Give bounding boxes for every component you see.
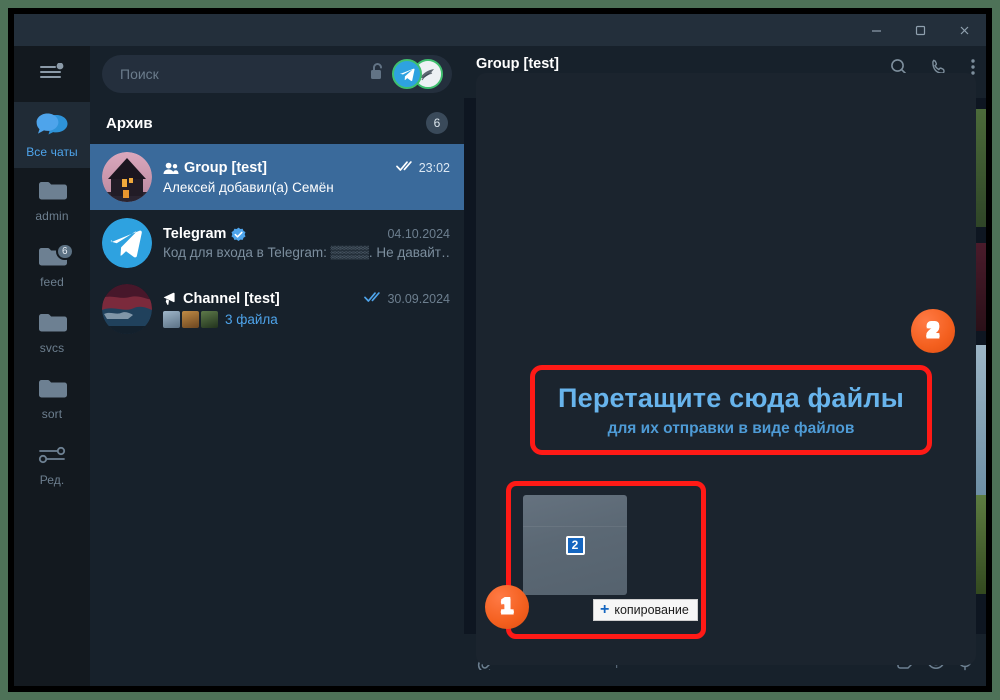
chat-list-item-meta: 30.09.2024 [356, 290, 450, 308]
chat-list-item-name: Channel [test] [183, 291, 280, 307]
double-check-icon [364, 290, 383, 308]
title-bar [14, 14, 986, 46]
chat-list-item-preview: Алексей добавил(а) Семён [163, 180, 334, 195]
annotation-step-2: 2 [911, 309, 955, 353]
photo-segment [976, 243, 986, 331]
sliders-icon [37, 444, 67, 469]
photo-segment [976, 495, 986, 594]
hamburger-menu-icon [39, 62, 65, 85]
chat-list-item-body: Channel [test] 30.09.2024 3 файла [163, 290, 450, 328]
chats-icon [36, 112, 69, 141]
sidebar-item-svcs[interactable]: svcs [14, 300, 90, 366]
drop-zone-title: Перетащите сюда файлы [558, 382, 904, 413]
chat-list-item-top: Telegram 04.10.2024 [163, 226, 450, 242]
preview-thumbnails [163, 311, 218, 328]
folder-icon [37, 377, 67, 403]
annotation-step-1: 1 [485, 585, 529, 629]
maximize-button[interactable] [898, 14, 942, 46]
sidebar-item-sort[interactable]: sort [14, 366, 90, 432]
chat-list-item-channel-test[interactable]: Channel [test] 30.09.2024 3 файла [90, 276, 464, 342]
copy-action-tooltip: + копирование [593, 599, 698, 621]
left-rail: Все чаты admin 6 feed svcs sort Ред. [14, 46, 90, 686]
chat-list-item-group-test[interactable]: Group [test] 23:02 Алексей добавил(а) Се… [90, 144, 464, 210]
dragged-file-count-badge: 2 [565, 535, 585, 555]
chat-list-column: Поиск Архив 6 Group [test] 23:02 Алексей… [90, 46, 464, 686]
account-avatars[interactable] [392, 59, 444, 89]
dragged-file-callout: 2 + копирование [506, 481, 706, 639]
sidebar-item-label: svcs [39, 341, 65, 355]
screen: Все чаты admin 6 feed svcs sort Ред. Пои… [0, 0, 1000, 700]
drop-zone-subtitle: для их отправки в виде файлов [607, 419, 855, 437]
page-title: Group [test] [476, 56, 559, 72]
sidebar-item-label: Все чаты [26, 144, 78, 159]
drop-zone-callout: Перетащите сюда файлы для их отправки в … [530, 365, 932, 455]
double-check-icon [395, 159, 415, 177]
chat-list-item-preview-row: 3 файла [163, 311, 450, 328]
archive-row[interactable]: Архив 6 [90, 102, 464, 144]
photo-segment [976, 331, 986, 345]
chat-list-item-name: Telegram [163, 226, 227, 242]
hamburger-menu-button[interactable] [14, 46, 90, 102]
close-button[interactable] [942, 14, 986, 46]
avatar [102, 152, 152, 202]
avatar [102, 218, 152, 268]
chat-list-item-preview: Код для входа в Telegram: ▒▒▒▒. Не давай… [163, 245, 450, 260]
photo-segment [976, 227, 986, 243]
sidebar-item-label: sort [41, 407, 63, 421]
photo-segment [976, 109, 986, 227]
sidebar-item-label: feed [40, 275, 64, 289]
sidebar-item-edit-folders[interactable]: Ред. [14, 432, 90, 498]
chat-list-item-body: Group [test] 23:02 Алексей добавил(а) Се… [163, 159, 450, 195]
verified-badge-icon [231, 227, 246, 242]
chat-list-item-time: 04.10.2024 [387, 227, 450, 241]
search-row: Поиск [90, 46, 464, 102]
telegram-window: Все чаты admin 6 feed svcs sort Ред. Пои… [14, 14, 986, 686]
drag-drop-overlay[interactable]: Перетащите сюда файлы для их отправки в … [476, 73, 976, 665]
telegram-logo-avatar[interactable] [392, 59, 422, 89]
unlock-icon[interactable] [369, 62, 386, 86]
sidebar-item-badge: 6 [56, 243, 74, 260]
group-icon [163, 162, 179, 175]
copy-action-label: копирование [614, 603, 689, 617]
plus-icon: + [600, 601, 610, 618]
chat-list-item-name: Group [test] [184, 160, 267, 176]
search-input[interactable]: Поиск [120, 66, 369, 82]
photo-segment [976, 345, 986, 495]
sidebar-item-all-chats[interactable]: Все чаты [14, 102, 90, 168]
megaphone-icon [163, 292, 178, 306]
chat-list-item-meta: 04.10.2024 [379, 227, 450, 241]
search-box[interactable]: Поиск [102, 55, 452, 93]
chat-panel: Group [test] 4 участника [464, 46, 986, 686]
chat-list-item-time: 30.09.2024 [387, 292, 450, 306]
archive-label: Архив [106, 114, 153, 132]
sidebar-item-label: admin [35, 209, 69, 223]
thumbnail [201, 311, 218, 328]
minimize-button[interactable] [854, 14, 898, 46]
chat-list-item-preview: 3 файла [225, 312, 278, 327]
chat-list-item-body: Telegram 04.10.2024 Код для входа в Tele… [163, 226, 450, 260]
chat-list-item-time: 23:02 [418, 161, 450, 175]
chat-list-item-top: Group [test] 23:02 [163, 159, 450, 177]
folder-icon [37, 311, 67, 337]
sidebar-item-admin[interactable]: admin [14, 168, 90, 234]
thumbnail [163, 311, 180, 328]
avatar [102, 284, 152, 334]
message-photo-strip [976, 109, 986, 594]
chat-list-item-meta: 23:02 [388, 159, 450, 177]
chat-list-item-telegram[interactable]: Telegram 04.10.2024 Код для входа в Tele… [90, 210, 464, 276]
dragged-file-ghost[interactable]: 2 [523, 495, 627, 595]
folder-icon [37, 179, 67, 205]
sidebar-item-feed[interactable]: 6 feed [14, 234, 90, 300]
archive-count-badge: 6 [426, 112, 448, 134]
chat-list-item-top: Channel [test] 30.09.2024 [163, 290, 450, 308]
sidebar-item-label: Ред. [39, 472, 65, 487]
thumbnail [182, 311, 199, 328]
